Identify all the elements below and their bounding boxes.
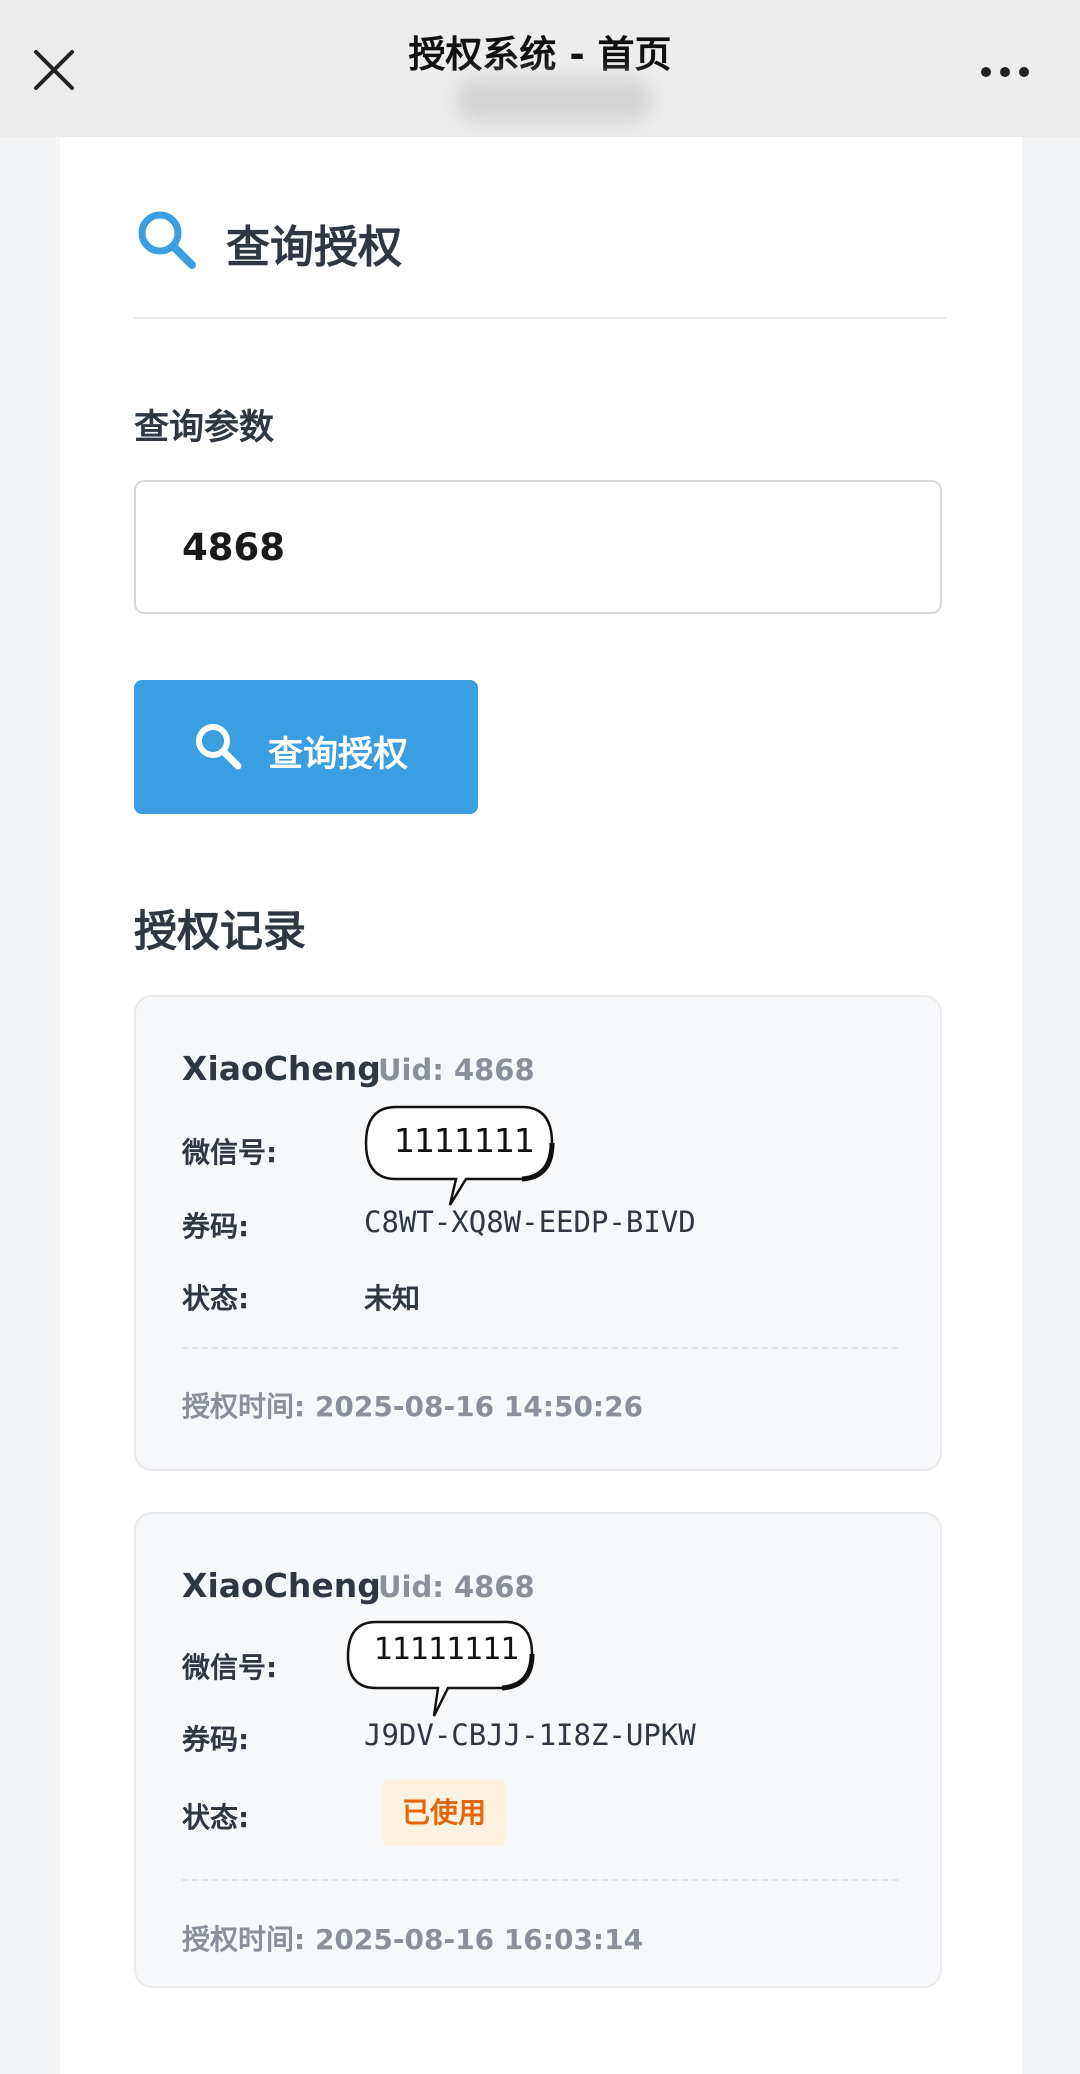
record-name: XiaoCheng xyxy=(182,1049,381,1088)
query-auth-button-label: 查询授权 xyxy=(268,735,409,775)
annotation-bubble xyxy=(346,1620,535,1717)
divider xyxy=(182,1879,898,1881)
code-label: 券码: xyxy=(182,1723,250,1756)
top-navigation-bar: 授权系统 - 首页 xyxy=(0,0,1080,137)
query-param-input[interactable] xyxy=(134,480,942,614)
record-card: XiaoCheng Uid: 4868 微信号: 1111111 券码: C8W… xyxy=(134,995,942,1471)
status-value: 未知 xyxy=(364,1282,421,1315)
status-label: 状态: xyxy=(182,1801,250,1834)
records-title: 授权记录 xyxy=(134,907,306,957)
record-uid: Uid: 4868 xyxy=(378,1053,535,1087)
search-icon xyxy=(138,211,196,269)
record-name: XiaoCheng xyxy=(182,1566,381,1605)
section-title: 查询授权 xyxy=(226,222,402,273)
blurred-subtitle xyxy=(456,78,652,122)
divider xyxy=(182,1347,898,1349)
page-title: 授权系统 - 首页 xyxy=(408,33,672,76)
wechat-label: 微信号: xyxy=(182,1651,278,1684)
more-icon[interactable] xyxy=(970,52,1040,92)
code-value: J9DV-CBJJ-1I8Z-UPKW xyxy=(364,1718,696,1752)
code-label: 券码: xyxy=(182,1210,250,1243)
wechat-label: 微信号: xyxy=(182,1136,278,1169)
record-uid: Uid: 4868 xyxy=(378,1570,535,1604)
code-value: C8WT-XQ8W-EEDP-BIVD xyxy=(364,1205,696,1239)
record-card: XiaoCheng Uid: 4868 微信号: 9 11111111 券码: … xyxy=(134,1512,942,1988)
wechat-value: 1111111 xyxy=(394,1121,535,1160)
query-auth-button[interactable]: 查询授权 xyxy=(134,680,478,814)
status-badge: 已使用 xyxy=(382,1780,506,1846)
query-param-label: 查询参数 xyxy=(134,408,275,448)
main-card: 查询授权 查询参数 查询授权 授权记录 XiaoCheng Uid: 4868 … xyxy=(60,137,1022,2074)
record-time: 授权时间: 2025-08-16 14:50:26 xyxy=(182,1390,644,1423)
record-time: 授权时间: 2025-08-16 16:03:14 xyxy=(182,1923,644,1956)
wechat-value: 11111111 xyxy=(374,1632,520,1667)
search-icon xyxy=(196,724,242,770)
status-label: 状态: xyxy=(182,1282,250,1315)
section-header: 查询授权 xyxy=(134,207,946,319)
